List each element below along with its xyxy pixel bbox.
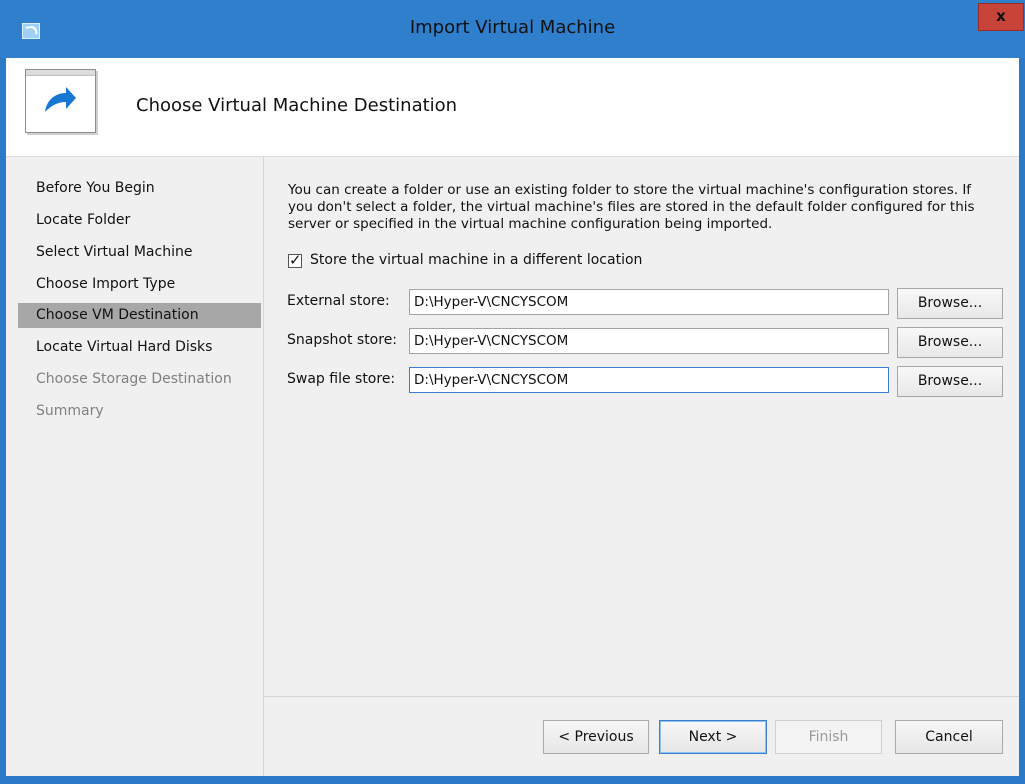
step-choose-import-type[interactable]: Choose Import Type [18, 272, 261, 297]
different-location-label: Store the virtual machine in a different… [310, 252, 643, 268]
page-title: Choose Virtual Machine Destination [136, 95, 458, 116]
cancel-button[interactable]: Cancel [895, 720, 1003, 754]
step-summary: Summary [36, 403, 104, 419]
import-vm-window: Import Virtual Machine x Choose Virtual … [0, 0, 1025, 784]
previous-button[interactable]: < Previous [543, 720, 649, 754]
external-store-input[interactable] [409, 289, 889, 315]
window-title: Import Virtual Machine [409, 17, 616, 38]
step-select-virtual-machine[interactable]: Select Virtual Machine [18, 240, 261, 265]
different-location-checkbox[interactable] [288, 251, 302, 269]
snapshot-store-input[interactable] [409, 328, 889, 354]
window-bottom-border [0, 776, 1025, 784]
external-store-label: External store: [287, 293, 390, 309]
wizard-steps: Before You Begin Locate Folder Select Vi… [6, 157, 264, 776]
wizard-footer: < Previous Next > Finish Cancel [264, 696, 1019, 777]
arrow-right-icon [25, 69, 96, 133]
destination-content: You can create a folder or use an existi… [264, 157, 1019, 696]
step-choose-vm-destination[interactable]: Choose VM Destination [18, 303, 261, 328]
snapshot-store-browse-button[interactable]: Browse... [897, 327, 1003, 358]
swap-file-store-input[interactable] [409, 367, 889, 393]
step-before-you-begin[interactable]: Before You Begin [18, 176, 261, 201]
step-choose-storage-destination: Choose Storage Destination [36, 371, 232, 387]
dialog-body: Choose Virtual Machine Destination Befor… [6, 58, 1019, 777]
arrow-graphic [45, 87, 76, 112]
swap-file-store-label: Swap file store: [287, 371, 396, 387]
next-button[interactable]: Next > [659, 720, 767, 754]
step-locate-virtual-hard-disks[interactable]: Locate Virtual Hard Disks [18, 335, 261, 360]
close-button[interactable]: x [978, 3, 1024, 31]
description-text: You can create a folder or use an existi… [288, 182, 975, 232]
external-store-browse-button[interactable]: Browse... [897, 288, 1003, 319]
wizard-header: Choose Virtual Machine Destination [6, 58, 1019, 157]
step-locate-folder[interactable]: Locate Folder [18, 208, 261, 233]
swap-file-store-browse-button[interactable]: Browse... [897, 366, 1003, 397]
title-bar: Import Virtual Machine x [0, 0, 1025, 58]
finish-button: Finish [775, 720, 882, 754]
snapshot-store-label: Snapshot store: [287, 332, 398, 348]
